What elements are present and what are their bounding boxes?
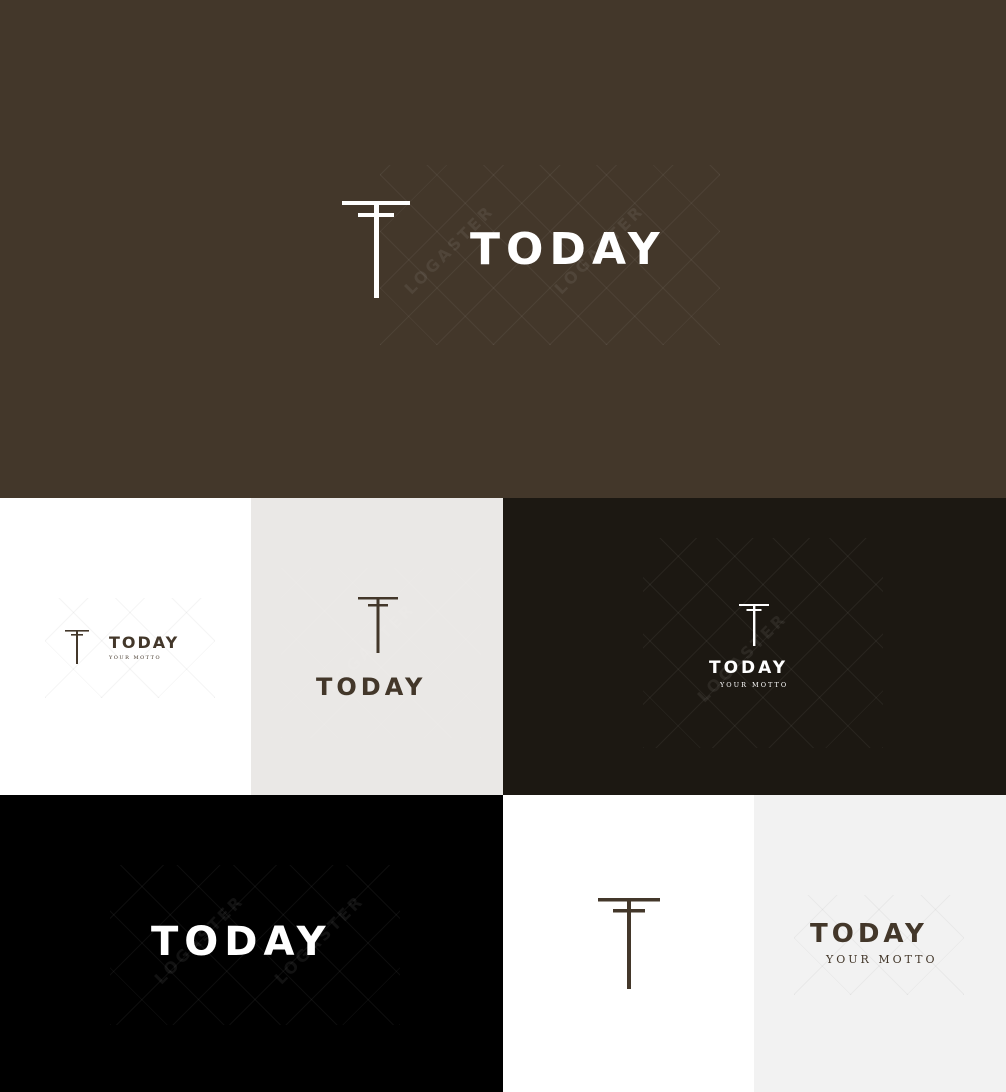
white-monogram-panel bbox=[503, 795, 754, 1092]
t-monogram-icon bbox=[598, 898, 660, 989]
brand-name: TODAY bbox=[709, 658, 788, 678]
offwhite-wordmark-panel: TODAY YOUR MOTTO bbox=[754, 795, 1006, 1092]
brand-name: TODAY bbox=[470, 224, 666, 275]
brand-motto: YOUR MOTTO bbox=[826, 953, 938, 966]
hero-panel: LOGASTER LOGASTER TODAY bbox=[0, 0, 1006, 498]
t-monogram-icon bbox=[342, 201, 410, 298]
brand-name: TODAY bbox=[316, 673, 427, 701]
watermark-pattern bbox=[281, 568, 481, 738]
brand-motto: YOUR MOTTO bbox=[720, 681, 789, 689]
black-wordmark-panel: LOGASTER LOGASTER TODAY bbox=[0, 795, 503, 1092]
gray-stacked-panel: LOGASTER TODAY bbox=[251, 498, 503, 795]
brand-name: TODAY bbox=[151, 919, 332, 965]
t-monogram-icon bbox=[65, 630, 89, 664]
t-monogram-icon bbox=[358, 597, 398, 653]
brand-name: TODAY bbox=[109, 633, 180, 652]
white-small-panel: TODAY YOUR MOTTO bbox=[0, 498, 251, 795]
brand-motto: YOUR MOTTO bbox=[109, 655, 162, 661]
t-monogram-icon bbox=[739, 604, 769, 646]
dark-stacked-panel: LOGASTER TODAY YOUR MOTTO bbox=[503, 498, 1006, 795]
brand-name: TODAY bbox=[810, 919, 928, 949]
